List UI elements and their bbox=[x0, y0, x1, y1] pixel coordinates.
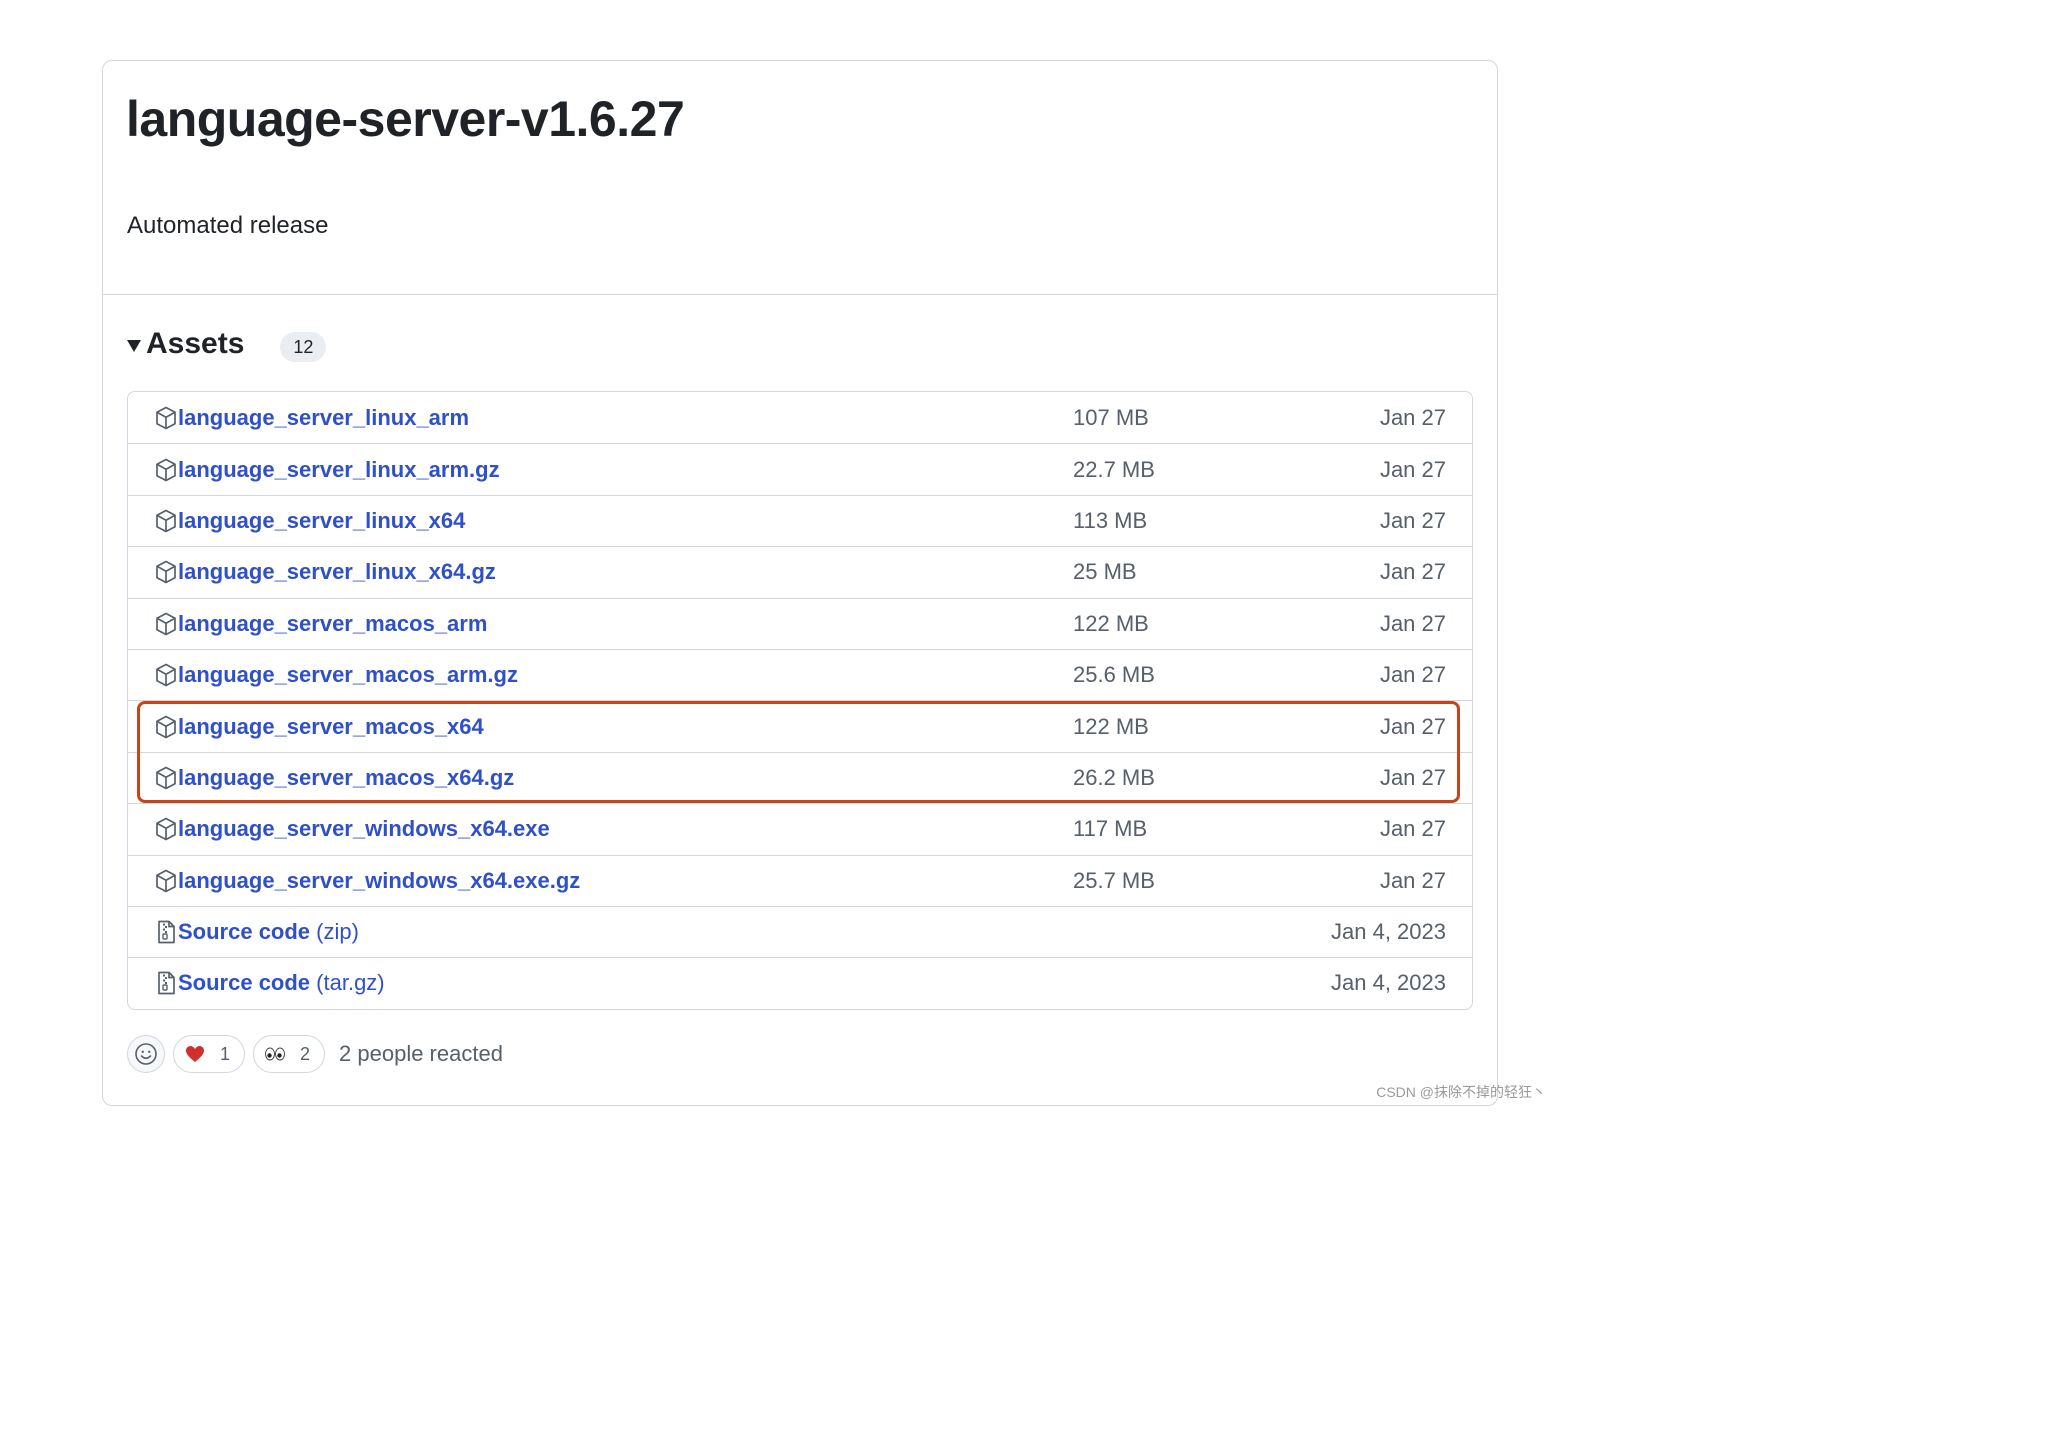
package-icon bbox=[154, 869, 178, 893]
package-icon bbox=[154, 766, 178, 790]
asset-row: Source code (tar.gz) Jan 4, 2023 bbox=[128, 957, 1472, 1008]
asset-size: 107 MB bbox=[1073, 404, 1149, 430]
release-title[interactable]: language-server-v1.6.27 bbox=[126, 94, 685, 144]
eyes-icon bbox=[264, 1043, 286, 1065]
asset-name: language_server_linux_arm bbox=[178, 404, 470, 430]
asset-row: language_server_macos_x64.gz 26.2 MB Jan 2… bbox=[128, 751, 1472, 803]
package-icon bbox=[154, 715, 178, 739]
assets-count-badge: 12 bbox=[280, 332, 327, 362]
asset-date: Jan 4, 2023 bbox=[1331, 919, 1446, 945]
smiley-icon bbox=[135, 1043, 157, 1065]
package-icon bbox=[154, 458, 178, 482]
asset-name: language_server_macos_x64.gz bbox=[178, 764, 515, 790]
asset-size: 113 MB bbox=[1073, 507, 1148, 533]
asset-name: Source code bbox=[178, 970, 311, 996]
asset-date: Jan 27 bbox=[1379, 559, 1446, 585]
asset-date: Jan 27 bbox=[1379, 764, 1446, 790]
asset-row: Source code (zip) Jan 4, 2023 bbox=[128, 905, 1472, 957]
asset-name: language_server_linux_x64 bbox=[178, 507, 466, 533]
package-icon bbox=[154, 406, 178, 430]
eyes-reaction-count: 2 bbox=[300, 1043, 311, 1064]
asset-name: language_server_macos_x64 bbox=[178, 713, 484, 739]
assets-toggle[interactable]: Assets 12 bbox=[127, 326, 327, 362]
asset-name: language_server_macos_arm.gz bbox=[178, 662, 518, 688]
asset-link[interactable]: language_server_macos_x64.gz bbox=[178, 765, 514, 791]
package-icon bbox=[154, 817, 178, 841]
section-divider bbox=[102, 294, 1498, 295]
heart-reaction-count: 1 bbox=[220, 1043, 231, 1064]
asset-link[interactable]: Source code (zip) bbox=[178, 919, 359, 945]
asset-size: 25.6 MB bbox=[1073, 662, 1155, 688]
asset-link[interactable]: language_server_linux_arm.gz bbox=[178, 457, 500, 483]
asset-row: language_server_linux_arm 107 MB Jan 27 bbox=[128, 392, 1472, 443]
asset-link[interactable]: language_server_macos_x64 bbox=[178, 714, 484, 740]
asset-date: Jan 4, 2023 bbox=[1331, 970, 1446, 996]
assets-list: language_server_linux_arm 107 MB Jan 27 lan… bbox=[127, 391, 1473, 1010]
package-icon bbox=[154, 612, 178, 636]
asset-row: language_server_macos_arm.gz 25.6 MB Jan 2… bbox=[128, 648, 1472, 700]
file-zip-icon bbox=[154, 920, 178, 944]
asset-link[interactable]: Source code (tar.gz) bbox=[178, 970, 385, 996]
package-icon bbox=[154, 560, 178, 584]
asset-name: Source code bbox=[178, 919, 311, 945]
release-description: Automated release bbox=[127, 212, 329, 239]
asset-row: language_server_linux_arm.gz 22.7 MB Jan 2… bbox=[128, 443, 1472, 494]
asset-name: language_server_linux_arm.gz bbox=[178, 456, 500, 482]
asset-size: 22.7 MB bbox=[1073, 456, 1155, 482]
eyes-reaction-button[interactable]: 2 bbox=[253, 1035, 326, 1073]
asset-row: language_server_macos_x64 122 MB Jan 27 bbox=[128, 700, 1472, 751]
asset-name: language_server_windows_x64.exe.gz bbox=[178, 867, 581, 893]
asset-date: Jan 27 bbox=[1379, 816, 1446, 842]
asset-name: language_server_macos_arm bbox=[178, 610, 488, 636]
asset-link[interactable]: language_server_linux_arm bbox=[178, 405, 469, 431]
file-zip-icon bbox=[154, 971, 178, 995]
asset-name: language_server_linux_x64.gz bbox=[178, 559, 496, 585]
add-reaction-button[interactable] bbox=[127, 1035, 165, 1073]
asset-size: 26.2 MB bbox=[1073, 764, 1155, 790]
asset-size: 122 MB bbox=[1073, 610, 1149, 636]
asset-name: language_server_windows_x64.exe bbox=[178, 816, 550, 842]
reactions-summary: 2 people reacted bbox=[339, 1041, 503, 1066]
asset-row: language_server_windows_x64.exe 117 MB Jan… bbox=[128, 803, 1472, 854]
asset-link[interactable]: language_server_windows_x64.exe.gz bbox=[178, 868, 580, 894]
asset-date: Jan 27 bbox=[1379, 507, 1446, 533]
asset-row: language_server_linux_x64 113 MB Jan 27 bbox=[128, 494, 1472, 546]
heart-reaction-button[interactable]: 1 bbox=[173, 1035, 246, 1073]
asset-date: Jan 27 bbox=[1379, 662, 1446, 688]
asset-date: Jan 27 bbox=[1379, 456, 1446, 482]
asset-format: (tar.gz) bbox=[316, 970, 385, 996]
asset-format: (zip) bbox=[316, 919, 359, 945]
assets-heading: Assets bbox=[146, 327, 245, 360]
heart-icon bbox=[184, 1043, 206, 1065]
package-icon bbox=[154, 509, 178, 533]
asset-date: Jan 27 bbox=[1379, 610, 1446, 636]
asset-date: Jan 27 bbox=[1379, 713, 1446, 739]
asset-size: 25 MB bbox=[1073, 559, 1137, 585]
asset-link[interactable]: language_server_linux_x64.gz bbox=[178, 559, 496, 585]
reactions-bar: 1 2 2 people reacted bbox=[127, 1035, 503, 1073]
asset-row: language_server_macos_arm 122 MB Jan 27 bbox=[128, 597, 1472, 649]
asset-size: 117 MB bbox=[1073, 816, 1148, 842]
asset-link[interactable]: language_server_windows_x64.exe bbox=[178, 816, 550, 842]
asset-link[interactable]: language_server_linux_x64 bbox=[178, 508, 465, 534]
asset-link[interactable]: language_server_macos_arm.gz bbox=[178, 662, 518, 688]
asset-link[interactable]: language_server_macos_arm bbox=[178, 611, 487, 637]
asset-row: language_server_windows_x64.exe.gz 25.7 M… bbox=[128, 854, 1472, 906]
package-icon bbox=[154, 663, 178, 687]
asset-size: 25.7 MB bbox=[1073, 867, 1155, 893]
asset-date: Jan 27 bbox=[1379, 404, 1446, 430]
caret-down-icon bbox=[127, 340, 141, 352]
asset-row: language_server_linux_x64.gz 25 MB Jan 27 bbox=[128, 546, 1472, 597]
asset-size: 122 MB bbox=[1073, 713, 1149, 739]
asset-date: Jan 27 bbox=[1379, 867, 1446, 893]
watermark: CSDN @抹除不掉的轻狂丶 bbox=[1376, 1084, 1546, 1100]
